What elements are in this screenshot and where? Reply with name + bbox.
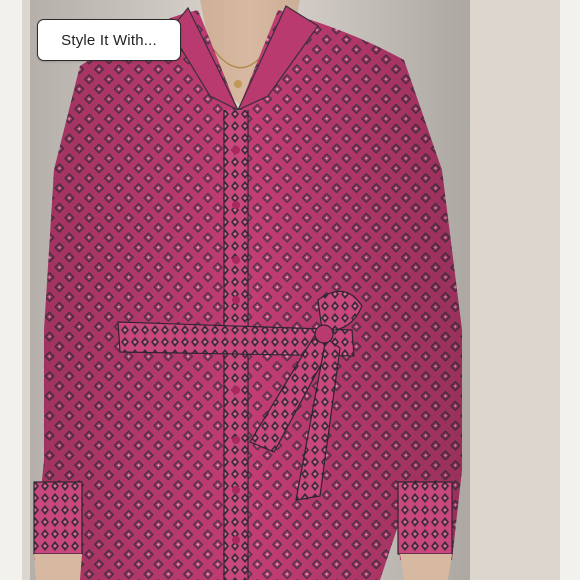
- product-photo-stage: Style It With...: [0, 0, 580, 580]
- dress-photo: [22, 0, 560, 580]
- style-it-with-button[interactable]: Style It With...: [37, 19, 181, 61]
